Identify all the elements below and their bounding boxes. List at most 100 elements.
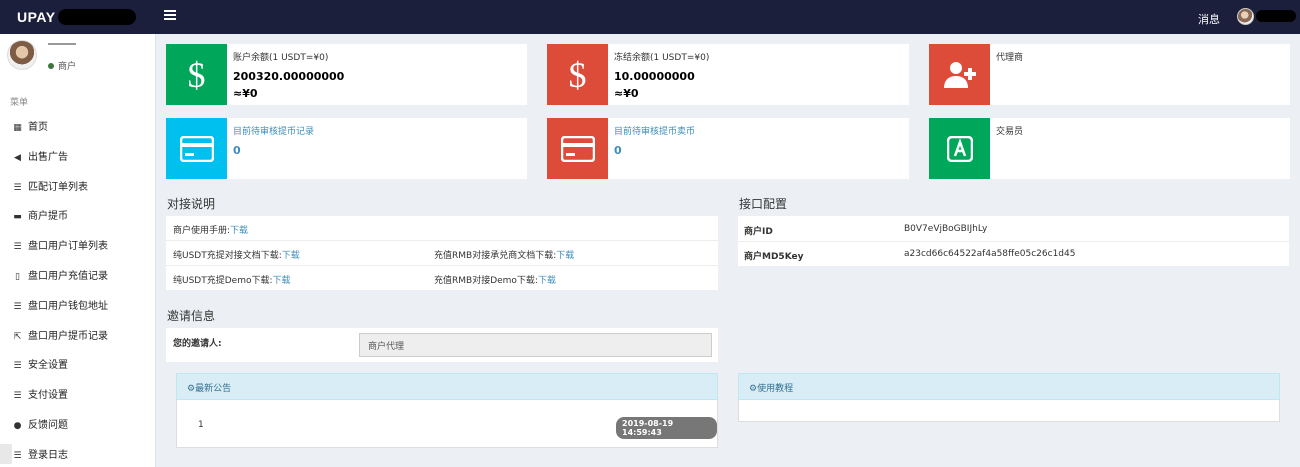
merchant-id-label: 商户ID (744, 227, 773, 237)
invite-title: 邀请信息 (167, 309, 216, 323)
sidebar-item-5[interactable]: ▯ 盘口用户充值记录 (0, 262, 156, 292)
rmb-demo-download-link[interactable]: 下载 (538, 276, 556, 286)
messages-link[interactable]: 消息 (1198, 11, 1220, 27)
list-icon: ☰ (13, 361, 22, 372)
user-plus-icon (929, 44, 990, 105)
balance-title: 账户余额(1 USDT=¥0) (233, 53, 329, 63)
sidebar-item-7[interactable]: ⇱ 盘口用户提币记录 (0, 322, 156, 352)
gears-icon: ⚙ (187, 384, 196, 394)
pending-withdraw-card[interactable]: 目前待审核提币记录 0 (166, 118, 527, 179)
sidebar-item-2[interactable]: ☰ 匹配订单列表 (0, 173, 156, 203)
sidebar-item-4[interactable]: ☰ 盘口用户订单列表 (0, 232, 156, 262)
status-label: 商户 (58, 62, 77, 72)
pending-withdraw-title[interactable]: 目前待审核提币记录 (233, 124, 314, 137)
credit-card-icon: ▬ (13, 212, 22, 223)
balance-cny: ≈¥0 (233, 87, 258, 100)
bar-chart-icon: ▦ (13, 123, 22, 133)
online-status: 商户 (48, 59, 76, 72)
tutorial-body (738, 400, 1280, 422)
dollar-icon: $ (547, 44, 608, 105)
inviter-label: 您的邀请人: (173, 339, 222, 349)
pending-sell-title[interactable]: 目前待审核提币卖币 (614, 124, 695, 137)
notice-item-number[interactable]: 1 (198, 420, 204, 430)
sidebar-scroll-handle[interactable] (0, 444, 12, 464)
sidebar: 商户 菜单 ▦ 首页 ◀ 出售广告 ☰ 匹配订单列表 ▬ 商户提币 ☰ 盘口用户订单列表 ▯ 盘口用户… (0, 34, 156, 467)
md5key-label: 商户MD5Key (744, 252, 804, 262)
frozen-title: 冻结余额(1 USDT=¥0) (614, 53, 710, 63)
sidebar-item-label: 出售广告 (28, 151, 68, 163)
row-divider (166, 240, 718, 241)
sidebar-avatar (7, 40, 37, 70)
inviter-field[interactable]: 商户代理 (359, 333, 712, 357)
top-navbar: UPAY 消息 (0, 0, 1300, 34)
balance-card: $ 账户余额(1 USDT=¥0) 200320.00000000 ≈¥0 (166, 44, 527, 105)
usdt-demo-row: 纯USDT充提Demo下载:下载 (173, 273, 291, 286)
rmb-demo-row: 充值RMB对接Demo下载:下载 (434, 273, 556, 286)
sidebar-username (48, 43, 76, 51)
list-icon: ☰ (13, 182, 22, 193)
integration-title: 对接说明 (167, 197, 216, 211)
md5key-value: a23cd66c64522af4a58ffe05c26c1d45 (904, 249, 1076, 259)
sidebar-item-label: 匹配订单列表 (28, 181, 88, 193)
redacted-user-menu[interactable] (1256, 10, 1296, 22)
api-title: 接口配置 (739, 197, 788, 211)
list-icon: ☰ (13, 391, 22, 402)
letter-a-icon (929, 118, 990, 179)
pending-withdraw-value: 0 (233, 144, 241, 157)
sidebar-item-label: 盘口用户充值记录 (28, 270, 108, 282)
agent-title: 代理商 (996, 53, 1024, 63)
clipboard-icon: ▯ (15, 271, 20, 282)
sidebar-item-label: 商户提币 (28, 211, 68, 223)
usdt-demo-label: 纯USDT充提Demo下载: (173, 276, 273, 286)
sidebar-item-label: 安全设置 (28, 360, 68, 372)
merchant-id-value: B0V7eVjBoGBIJhLy (904, 224, 988, 234)
list-icon: ☰ (13, 301, 22, 312)
bullhorn-icon: ◀ (14, 152, 21, 163)
sidebar-item-8[interactable]: ☰ 安全设置 (0, 351, 156, 381)
manual-label: 商户使用手册: (173, 226, 231, 236)
comment-icon: ● (13, 420, 22, 431)
rmb-doc-label: 充值RMB对接承兑商文档下载: (434, 251, 557, 261)
sidebar-item-label: 支付设置 (28, 390, 68, 402)
sidebar-item-1[interactable]: ◀ 出售广告 (0, 143, 156, 173)
balance-value: 200320.00000000 (233, 70, 345, 83)
tutorial-title: 使用教程 (757, 384, 794, 394)
usdt-doc-download-link[interactable]: 下载 (282, 251, 300, 261)
pending-sell-value: 0 (614, 144, 622, 157)
tutorial-header: ⚙使用教程 (738, 373, 1280, 400)
sidebar-item-11[interactable]: ☰ 登录日志 (0, 441, 156, 467)
rmb-demo-label: 充值RMB对接Demo下载: (434, 276, 538, 286)
usdt-doc-row: 纯USDT充提对接文档下载:下载 (173, 248, 300, 261)
gears-icon: ⚙ (749, 384, 758, 394)
sidebar-item-label: 首页 (28, 122, 48, 133)
notice-date-badge: 2019-08-19 14:59:43 (616, 417, 717, 439)
integration-panel: 商户使用手册:下载 纯USDT充提对接文档下载:下载 充值RMB对接承兑商文档下… (166, 216, 718, 290)
user-avatar[interactable] (1237, 8, 1254, 25)
trader-title: 交易员 (996, 127, 1024, 137)
sidebar-item-label: 盘口用户钱包地址 (28, 300, 108, 312)
online-dot-icon (48, 63, 54, 69)
agent-card[interactable]: 代理商 (929, 44, 1290, 105)
sidebar-item-0[interactable]: ▦ 首页 (0, 113, 156, 143)
trader-card[interactable]: 交易员 (929, 118, 1290, 179)
sidebar-item-label: 盘口用户订单列表 (28, 241, 108, 253)
sidebar-item-6[interactable]: ☰ 盘口用户钱包地址 (0, 292, 156, 322)
list-icon: ☰ (13, 242, 22, 253)
usdt-demo-download-link[interactable]: 下载 (273, 276, 291, 286)
sidebar-item-10[interactable]: ● 反馈问题 (0, 411, 156, 441)
usdt-doc-label: 纯USDT充提对接文档下载: (173, 251, 282, 261)
manual-download-link[interactable]: 下载 (230, 226, 248, 236)
sidebar-item-label: 反馈问题 (28, 419, 68, 431)
frozen-value: 10.00000000 (614, 70, 695, 83)
row-divider (166, 265, 718, 266)
sidebar-item-9[interactable]: ☰ 支付设置 (0, 381, 156, 411)
rmb-doc-row: 充值RMB对接承兑商文档下载:下载 (434, 248, 574, 261)
sidebar-toggle-icon[interactable] (164, 10, 176, 22)
rmb-doc-download-link[interactable]: 下载 (556, 251, 574, 261)
redacted-username (58, 9, 136, 25)
sidebar-item-3[interactable]: ▬ 商户提币 (0, 202, 156, 232)
app-logo[interactable]: UPAY (17, 9, 56, 25)
notice-body: 1 2019-08-19 14:59:43 (176, 400, 718, 448)
pending-sell-card[interactable]: 目前待审核提币卖币 0 (547, 118, 909, 179)
notice-header: ⚙最新公告 (176, 373, 718, 400)
